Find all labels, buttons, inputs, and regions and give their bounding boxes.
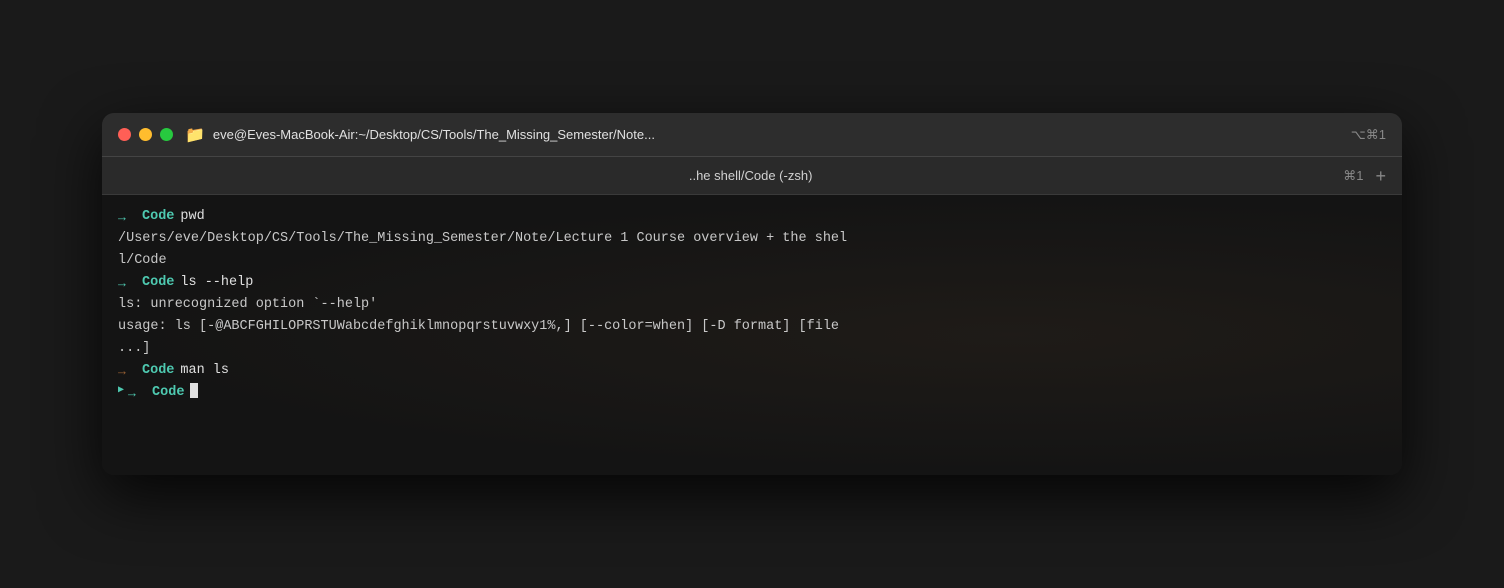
output-line-4: usage: ls [-@ABCFGHILOPRSTUWabcdefghiklm… <box>118 317 1386 338</box>
terminal-cursor <box>190 383 198 398</box>
folder-icon: 📁 <box>185 125 205 145</box>
title-bar: 📁 eve@Eves-MacBook-Air:~/Desktop/CS/Tool… <box>102 113 1402 157</box>
output-line-3: ls: unrecognized option `--help' <box>118 295 1386 316</box>
cmd-3: man ls <box>180 361 229 382</box>
command-line-active: ▶ → Code <box>118 383 1386 404</box>
prompt-label-3: Code <box>142 361 174 382</box>
output-line-2: l/Code <box>118 251 1386 272</box>
tab-title[interactable]: ..he shell/Code (-zsh) <box>158 168 1343 183</box>
terminal-content[interactable]: → Code pwd /Users/eve/Desktop/CS/Tools/T… <box>102 195 1402 475</box>
window-shortcut: ⌥⌘1 <box>1351 127 1386 143</box>
terminal-window: 📁 eve@Eves-MacBook-Air:~/Desktop/CS/Tool… <box>102 113 1402 475</box>
output-line-1: /Users/eve/Desktop/CS/Tools/The_Missing_… <box>118 229 1386 250</box>
prompt-arrow-active: → <box>128 384 144 404</box>
prompt-triangle-active: ▶ <box>118 383 124 399</box>
command-line-1: → Code pwd <box>118 207 1386 228</box>
prompt-arrow-2: → <box>118 274 134 294</box>
prompt-arrow-1: → <box>118 208 134 228</box>
prompt-label-1: Code <box>142 207 174 228</box>
prompt-label-active: Code <box>152 383 184 404</box>
tab-bar: ..he shell/Code (-zsh) ⌘1 + <box>102 157 1402 195</box>
command-line-3: → Code man ls <box>118 361 1386 382</box>
new-tab-button[interactable]: + <box>1375 167 1386 185</box>
prompt-arrow-3: → <box>118 362 134 382</box>
minimize-button[interactable] <box>139 128 152 141</box>
close-button[interactable] <box>118 128 131 141</box>
tab-actions: ⌘1 + <box>1343 167 1386 185</box>
maximize-button[interactable] <box>160 128 173 141</box>
cmd-1: pwd <box>180 207 204 228</box>
tab-shortcut: ⌘1 <box>1343 168 1363 184</box>
traffic-lights <box>118 128 173 141</box>
window-title: eve@Eves-MacBook-Air:~/Desktop/CS/Tools/… <box>213 127 1351 142</box>
cmd-2: ls --help <box>180 273 253 294</box>
output-line-5: ...] <box>118 339 1386 360</box>
command-line-2: → Code ls --help <box>118 273 1386 294</box>
prompt-label-2: Code <box>142 273 174 294</box>
